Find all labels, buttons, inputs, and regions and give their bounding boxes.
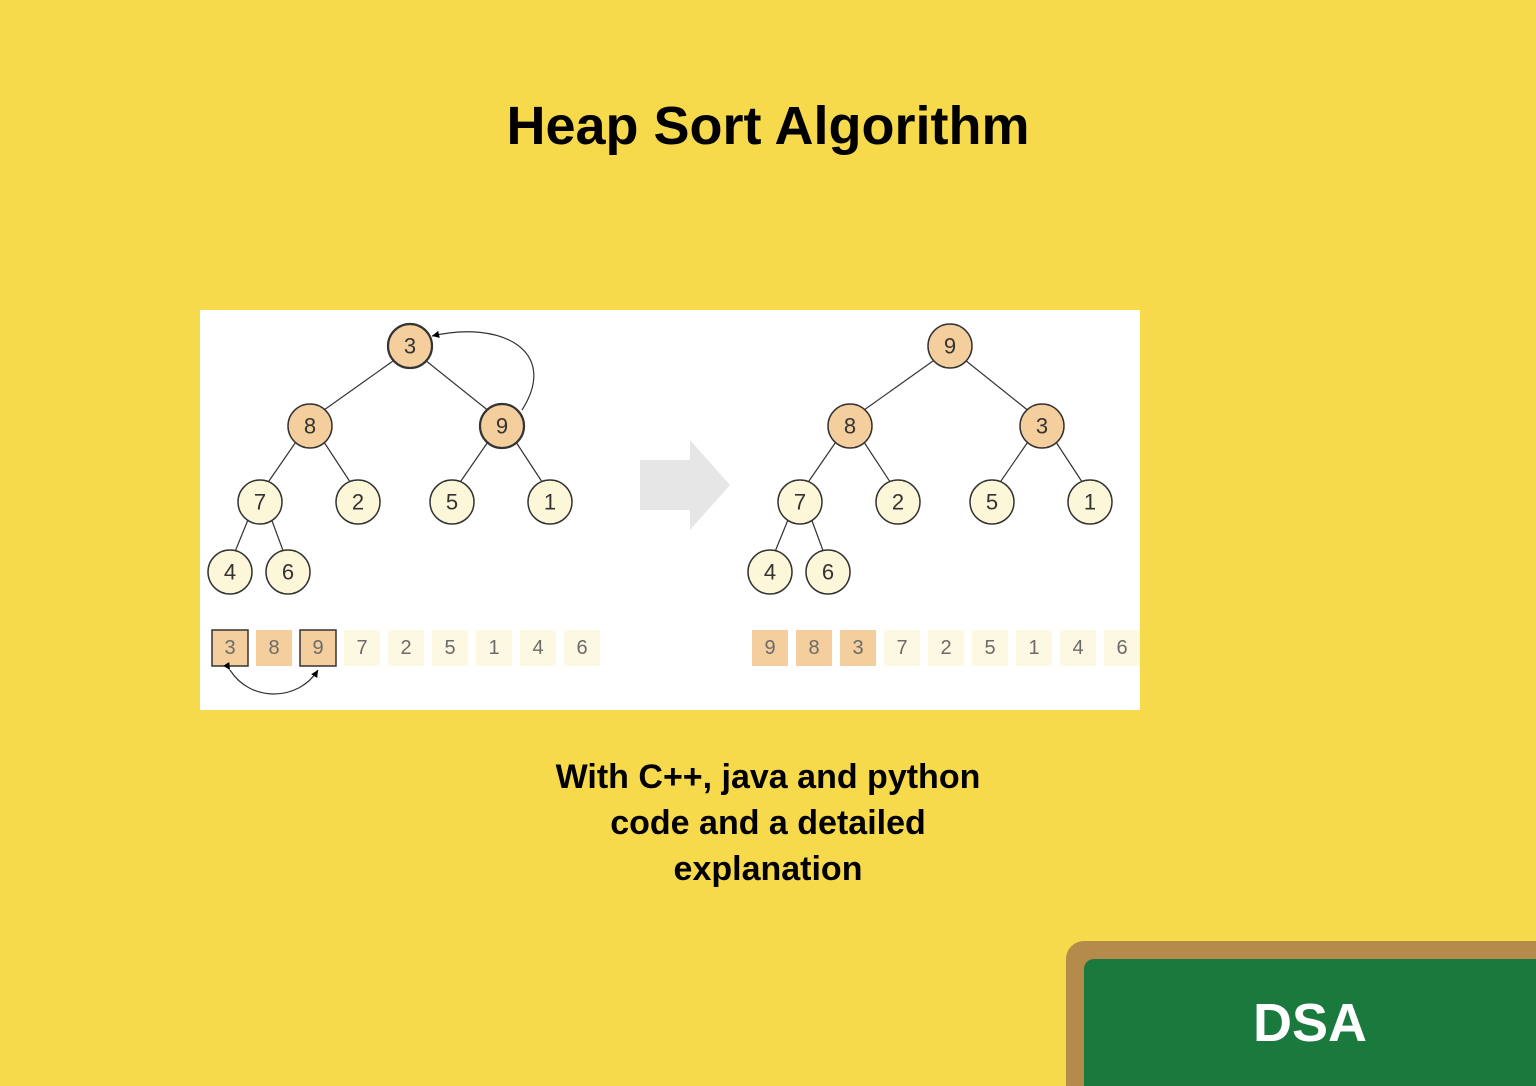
tree-node-label: 9 [944, 334, 956, 359]
array-cell-label: 6 [1116, 637, 1127, 659]
tree-node-label: 1 [544, 490, 556, 515]
tree-node-label: 6 [822, 560, 834, 585]
tree-node-label: 8 [844, 414, 856, 439]
tree-node-label: 2 [892, 490, 904, 515]
array-cell-label: 1 [1028, 637, 1039, 659]
array-cell-label: 3 [224, 637, 235, 659]
tree-node-label: 3 [404, 334, 416, 359]
board-label: DSA [1253, 992, 1367, 1054]
tree-node-label: 1 [1084, 490, 1096, 515]
right-array: 9 8 3 7 2 5 1 4 6 [752, 630, 1140, 666]
tree-node-label: 2 [352, 490, 364, 515]
subtitle-line: code and a detailed [610, 804, 926, 842]
tree-node-label: 5 [446, 490, 458, 515]
tree-node-label: 9 [496, 414, 508, 439]
array-cell-label: 5 [984, 637, 995, 659]
left-array: 3 8 9 7 2 5 1 4 6 [212, 630, 600, 694]
array-swap-arrow-icon [230, 670, 318, 694]
subtitle-line: explanation [674, 850, 863, 888]
page-title: Heap Sort Algorithm [0, 95, 1536, 157]
heap-diagram-panel: 3 8 9 7 2 5 1 4 6 [200, 310, 1140, 710]
tree-node-label: 8 [304, 414, 316, 439]
array-cell-label: 4 [532, 637, 543, 659]
array-cell-label: 9 [764, 637, 775, 659]
array-cell-label: 9 [312, 637, 323, 659]
transition-arrow-icon [640, 440, 730, 530]
tree-node-label: 5 [986, 490, 998, 515]
array-cell-label: 8 [268, 637, 279, 659]
right-tree: 9 8 3 7 2 5 1 4 6 [748, 324, 1140, 666]
tree-swap-arrow-icon [432, 332, 534, 410]
array-cell-label: 7 [896, 637, 907, 659]
board-inner: DSA [1084, 959, 1536, 1086]
tree-node-label: 6 [282, 560, 294, 585]
heap-diagram-svg: 3 8 9 7 2 5 1 4 6 [200, 310, 1140, 710]
array-cell-label: 7 [356, 637, 367, 659]
subtitle: With C++, java and python code and a det… [0, 755, 1536, 893]
tree-node-label: 7 [794, 490, 806, 515]
tree-node-label: 4 [224, 560, 236, 585]
array-cell-label: 8 [808, 637, 819, 659]
array-cell-label: 5 [444, 637, 455, 659]
tree-node-label: 7 [254, 490, 266, 515]
array-cell-label: 1 [488, 637, 499, 659]
dsa-board: DSA [1066, 941, 1536, 1086]
array-cell-label: 4 [1072, 637, 1083, 659]
array-cell-label: 3 [852, 637, 863, 659]
left-tree: 3 8 9 7 2 5 1 4 6 [208, 324, 600, 694]
array-cell-label: 2 [400, 637, 411, 659]
tree-node-label: 4 [764, 560, 776, 585]
array-cell-label: 2 [940, 637, 951, 659]
subtitle-line: With C++, java and python [556, 758, 981, 796]
tree-node-label: 3 [1036, 414, 1048, 439]
array-cell-label: 6 [576, 637, 587, 659]
